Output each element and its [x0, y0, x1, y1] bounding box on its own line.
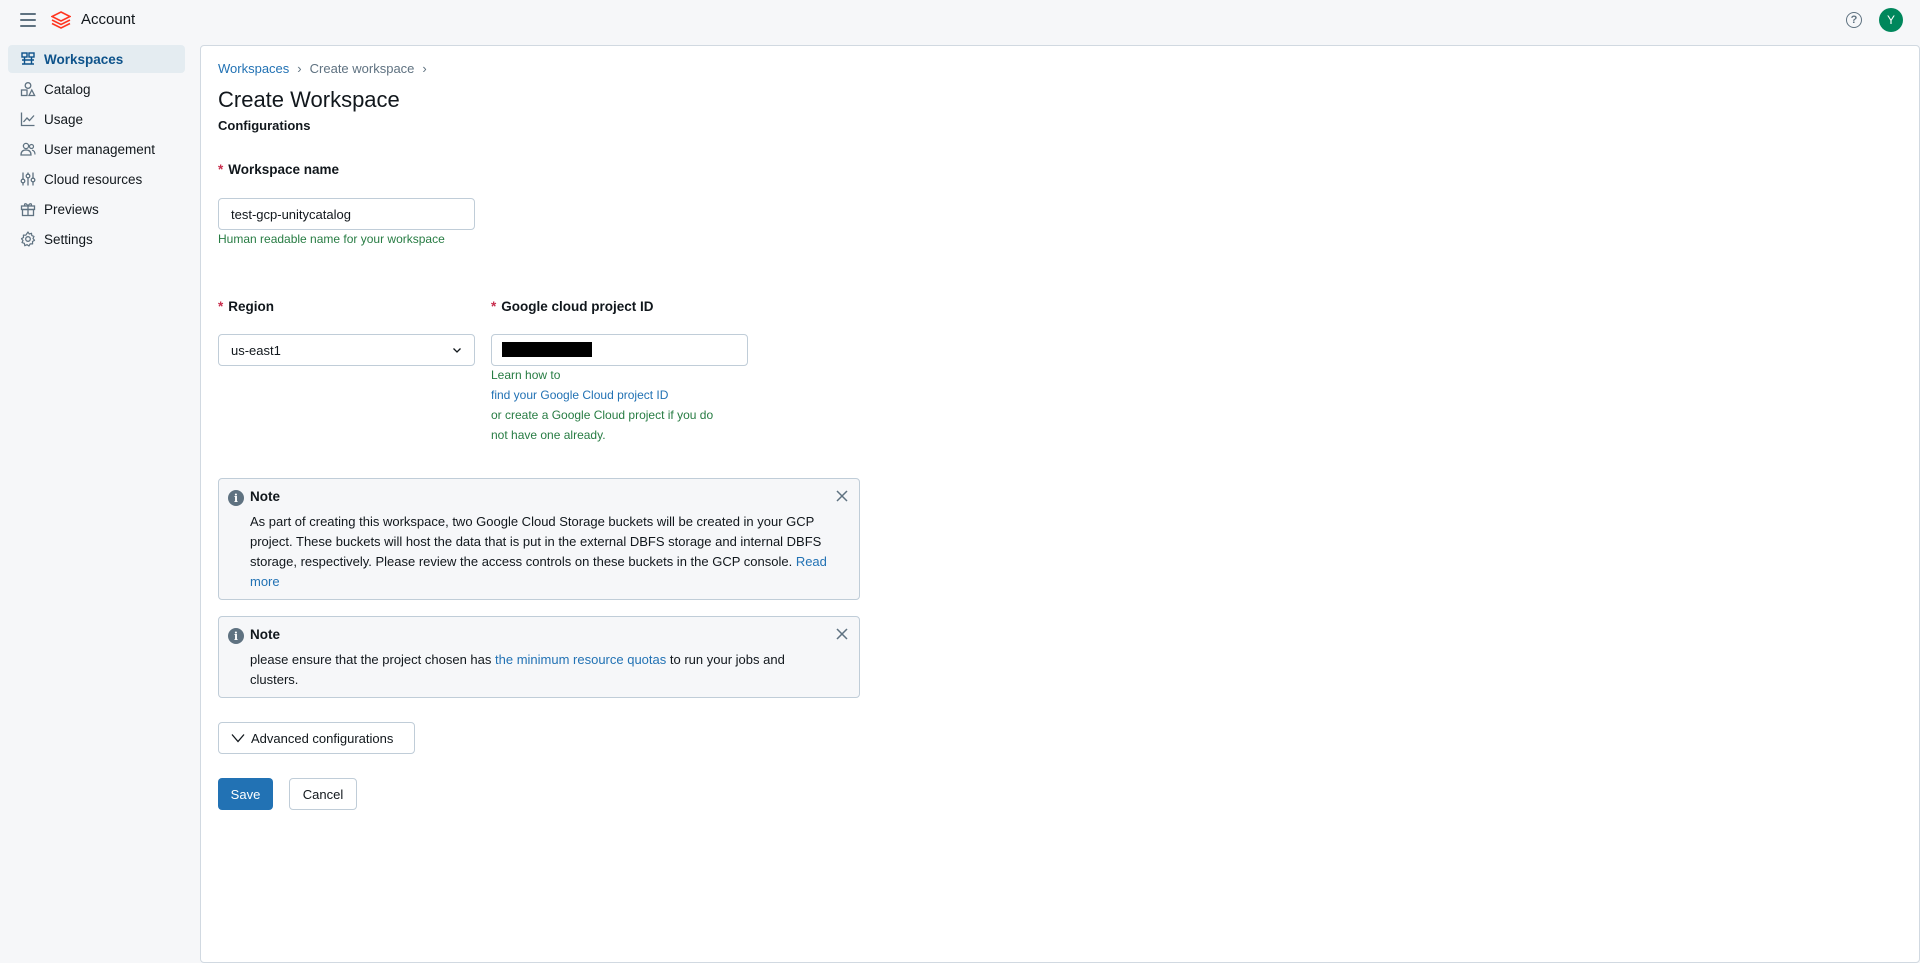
find-project-id-link[interactable]: find your Google Cloud project ID: [491, 385, 713, 405]
workspace-name-label-text: Workspace name: [228, 162, 340, 177]
gcp-hint-prefix: Learn how to: [491, 368, 561, 382]
close-icon[interactable]: [835, 627, 849, 641]
region-label: * Region: [218, 299, 274, 314]
breadcrumb-separator: ›: [297, 61, 302, 76]
section-title: Configurations: [218, 118, 311, 133]
breadcrumb-separator: ›: [422, 61, 427, 76]
usage-chart-icon: [20, 111, 36, 127]
required-mark: *: [218, 299, 224, 314]
help-icon[interactable]: ?: [1846, 12, 1862, 28]
note-title: Note: [250, 627, 280, 642]
chevron-down-icon: [453, 348, 461, 353]
gcp-project-id-field: [491, 334, 748, 366]
gcp-hint-line3: or create a Google Cloud project if you …: [491, 408, 714, 422]
cancel-button[interactable]: Cancel: [289, 778, 357, 810]
sidebar-item-label: Catalog: [44, 81, 91, 97]
sidebar-item-label: User management: [44, 141, 156, 157]
note-title: Note: [250, 489, 280, 504]
catalog-icon: [20, 81, 36, 97]
top-bar: Account ? Y: [0, 0, 1920, 40]
gcp-project-hint: Learn how to find your Google Cloud proj…: [491, 365, 713, 445]
advanced-configurations-button[interactable]: Advanced configurations: [218, 722, 415, 754]
required-mark: *: [491, 299, 497, 314]
chevron-down-icon: [231, 734, 245, 743]
sidebar-item-usage[interactable]: Usage: [8, 105, 185, 133]
sidebar-item-label: Workspaces: [44, 51, 124, 67]
gcp-project-id-label: * Google cloud project ID: [491, 299, 654, 314]
advanced-configurations-label: Advanced configurations: [251, 730, 394, 746]
region-select[interactable]: us-east1: [218, 334, 475, 366]
note-resource-quotas: i Note please ensure that the project ch…: [218, 616, 860, 698]
workspace-name-input[interactable]: [218, 198, 475, 230]
databricks-logo-icon[interactable]: [51, 11, 71, 29]
note-body-text: As part of creating this workspace, two …: [250, 514, 822, 569]
menu-icon[interactable]: [20, 13, 36, 27]
redacted-value: [502, 342, 592, 357]
sidebar-item-label: Cloud resources: [44, 171, 143, 187]
workspace-name-label: * Workspace name: [218, 162, 339, 177]
avatar[interactable]: Y: [1879, 8, 1903, 32]
sidebar-item-settings[interactable]: Settings: [8, 225, 185, 253]
workspaces-icon: [20, 51, 36, 67]
note-body: As part of creating this workspace, two …: [250, 512, 830, 592]
breadcrumb: Workspaces › Create workspace ›: [218, 61, 435, 76]
gear-icon: [20, 231, 36, 247]
sidebar-item-label: Settings: [44, 231, 93, 247]
sidebar: Workspaces Catalog Usage User management…: [8, 45, 185, 255]
sidebar-item-previews[interactable]: Previews: [8, 195, 185, 223]
breadcrumb-current: Create workspace: [309, 61, 415, 76]
required-mark: *: [218, 162, 224, 177]
users-icon: [20, 141, 36, 157]
save-button[interactable]: Save: [218, 778, 273, 810]
main-panel: Workspaces › Create workspace › Create W…: [200, 45, 1920, 963]
breadcrumb-workspaces-link[interactable]: Workspaces: [218, 61, 289, 76]
note-gcs-buckets: i Note As part of creating this workspac…: [218, 478, 860, 600]
gift-icon: [20, 201, 36, 217]
note-body-before: please ensure that the project chosen ha…: [250, 652, 492, 667]
info-icon: i: [228, 490, 244, 506]
workspace-name-hint: Human readable name for your workspace: [218, 232, 445, 246]
gcp-project-id-label-text: Google cloud project ID: [501, 299, 654, 314]
sidebar-item-cloud-resources[interactable]: Cloud resources: [8, 165, 185, 193]
close-icon[interactable]: [835, 489, 849, 503]
page-title: Create Workspace: [218, 87, 400, 112]
sidebar-item-user-management[interactable]: User management: [8, 135, 185, 163]
sidebar-item-workspaces[interactable]: Workspaces: [8, 45, 185, 73]
info-icon: i: [228, 628, 244, 644]
resource-quotas-link[interactable]: the minimum resource quotas: [495, 652, 666, 667]
sidebar-item-label: Usage: [44, 111, 84, 127]
sliders-icon: [20, 171, 36, 187]
sidebar-item-catalog[interactable]: Catalog: [8, 75, 185, 103]
sidebar-item-label: Previews: [44, 201, 99, 217]
region-select-value: us-east1: [231, 342, 281, 358]
gcp-hint-line4: not have one already.: [491, 428, 606, 442]
region-label-text: Region: [228, 299, 275, 314]
app-title[interactable]: Account: [81, 11, 135, 28]
note-body: please ensure that the project chosen ha…: [250, 650, 830, 690]
